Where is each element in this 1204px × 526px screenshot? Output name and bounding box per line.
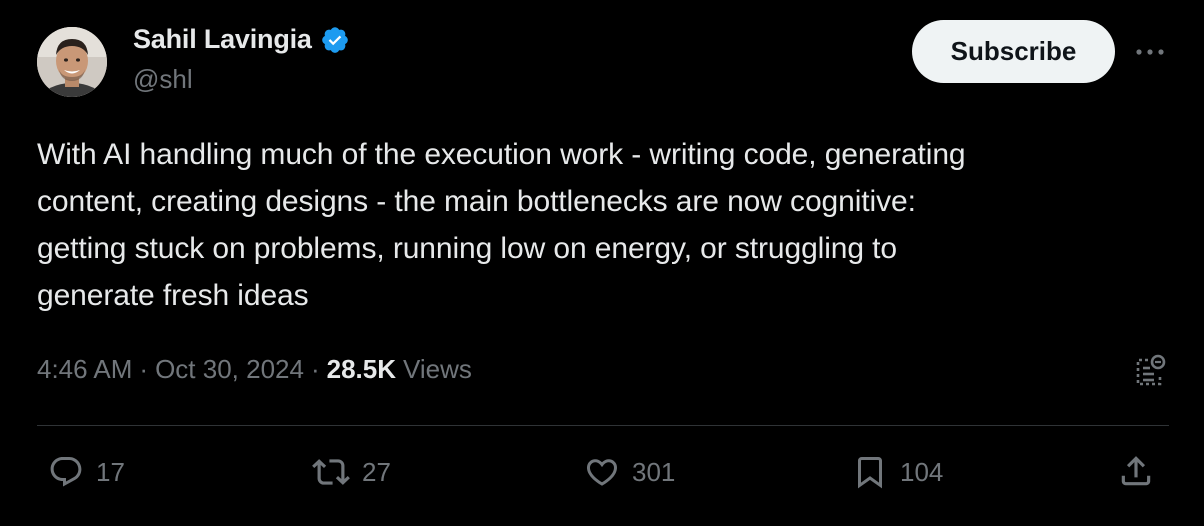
- share-icon: [1121, 456, 1151, 486]
- author-name-row[interactable]: Sahil Lavingia: [133, 24, 350, 55]
- reply-icon: [50, 457, 82, 487]
- views-label: Views: [403, 354, 472, 384]
- verified-badge-icon: [320, 25, 350, 55]
- divider: [37, 425, 1169, 426]
- bookmark-count: 104: [900, 456, 944, 487]
- avatar[interactable]: [37, 27, 107, 97]
- bookmark-icon: [858, 457, 882, 489]
- bookmark-button[interactable]: 104: [852, 452, 943, 492]
- meta-separator: ·: [139, 354, 149, 384]
- tweet-meta: 4:46 AM · Oct 30, 2024 · 28.5K Views: [37, 354, 472, 385]
- tweet-time[interactable]: 4:46 AM: [37, 354, 132, 385]
- grok-analyze-icon: [1136, 354, 1166, 386]
- more-horizontal-icon: [1136, 49, 1164, 55]
- tweet-card: Sahil Lavingia @shl Subscribe With AI ha…: [0, 0, 1204, 526]
- author-display-name[interactable]: Sahil Lavingia: [133, 24, 312, 55]
- like-button[interactable]: 301: [584, 452, 675, 492]
- author-handle[interactable]: @shl: [133, 64, 193, 95]
- reply-button[interactable]: 17: [48, 452, 125, 492]
- reply-count: 17: [96, 456, 125, 487]
- like-icon: [586, 459, 618, 486]
- repost-button[interactable]: 27: [312, 452, 391, 492]
- like-count: 301: [632, 456, 676, 487]
- share-button[interactable]: [1117, 452, 1157, 492]
- subscribe-button[interactable]: Subscribe: [912, 20, 1115, 83]
- tweet-date[interactable]: Oct 30, 2024: [155, 354, 304, 385]
- grok-analyze-button[interactable]: [1130, 351, 1170, 391]
- meta-separator: ·: [310, 354, 320, 384]
- avatar-photo: [37, 27, 107, 97]
- views-count: 28.5K: [326, 354, 397, 384]
- tweet-text: With AI handling much of the execution w…: [37, 138, 966, 312]
- repost-icon: [312, 459, 350, 485]
- repost-count: 27: [362, 456, 391, 487]
- more-options-button[interactable]: [1130, 38, 1170, 66]
